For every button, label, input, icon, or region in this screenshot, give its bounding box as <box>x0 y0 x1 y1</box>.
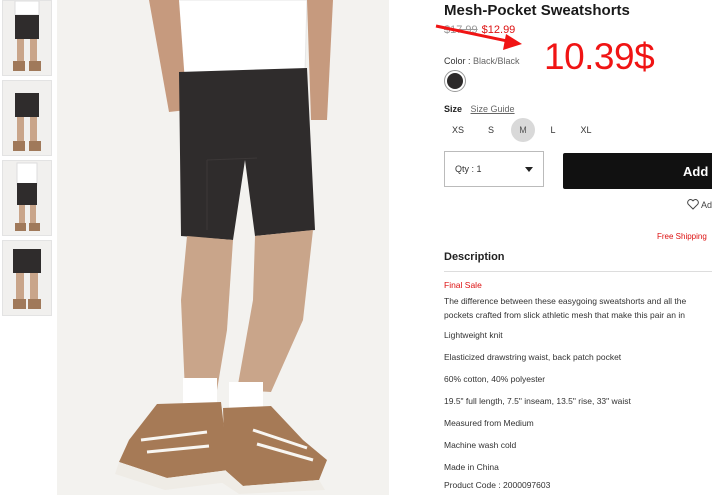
color-label: Color : <box>444 56 471 66</box>
detail-item: Lightweight knit <box>444 330 503 340</box>
size-row: Size Size Guide <box>444 104 515 114</box>
description-line-2: pockets crafted from slick athletic mesh… <box>444 310 685 320</box>
annotation-price: 10.39$ <box>544 36 655 77</box>
size-option-m[interactable]: M <box>511 118 535 142</box>
size-option-l[interactable]: L <box>541 118 565 142</box>
size-guide-link[interactable]: Size Guide <box>471 104 515 114</box>
color-swatch-black[interactable] <box>444 70 466 92</box>
thumbnail-side[interactable] <box>2 240 52 316</box>
thumbnail-back[interactable] <box>2 80 52 156</box>
wishlist-link[interactable]: Ad <box>687 199 712 210</box>
price-row: $17.99 $12.99 <box>444 24 515 36</box>
color-value: Black/Black <box>473 56 520 66</box>
heart-icon <box>687 199 699 210</box>
size-option-s[interactable]: S <box>479 118 503 142</box>
color-row: Color : Black/Black <box>444 56 520 66</box>
quantity-select[interactable]: Qty : 1 <box>444 151 544 187</box>
detail-item: Elasticized drawstring waist, back patch… <box>444 352 622 362</box>
description-line-1: The difference between these easygoing s… <box>444 296 687 306</box>
thumbnail-front[interactable] <box>2 0 52 76</box>
quantity-label: Qty : 1 <box>455 164 482 174</box>
size-label: Size <box>444 104 463 114</box>
add-to-bag-button[interactable]: Add <box>563 153 712 189</box>
main-product-image[interactable] <box>57 0 389 495</box>
original-price: $17.99 <box>444 24 478 36</box>
caret-down-icon <box>525 167 533 172</box>
detail-item: Measured from Medium <box>444 418 534 428</box>
size-option-xs[interactable]: XS <box>446 118 470 142</box>
sale-price: $12.99 <box>481 24 516 36</box>
thumbnail-model[interactable] <box>2 160 52 236</box>
detail-item: 60% cotton, 40% polyester <box>444 374 546 384</box>
final-sale-label: Final Sale <box>444 280 482 290</box>
free-shipping-note: Free Shipping <box>657 232 707 241</box>
detail-item: Made in China <box>444 462 499 472</box>
description-text: The difference between these easygoing s… <box>444 294 712 322</box>
detail-item: Machine wash cold <box>444 440 517 450</box>
description-divider <box>444 271 712 272</box>
product-title: Mesh-Pocket Sweatshorts <box>444 2 630 19</box>
size-option-xl[interactable]: XL <box>574 118 598 142</box>
product-code: Product Code : 2000097603 <box>444 480 551 490</box>
detail-item: 19.5" full length, 7.5" inseam, 13.5" ri… <box>444 396 631 406</box>
description-heading[interactable]: Description <box>444 251 505 263</box>
wishlist-label: Ad <box>701 199 712 210</box>
